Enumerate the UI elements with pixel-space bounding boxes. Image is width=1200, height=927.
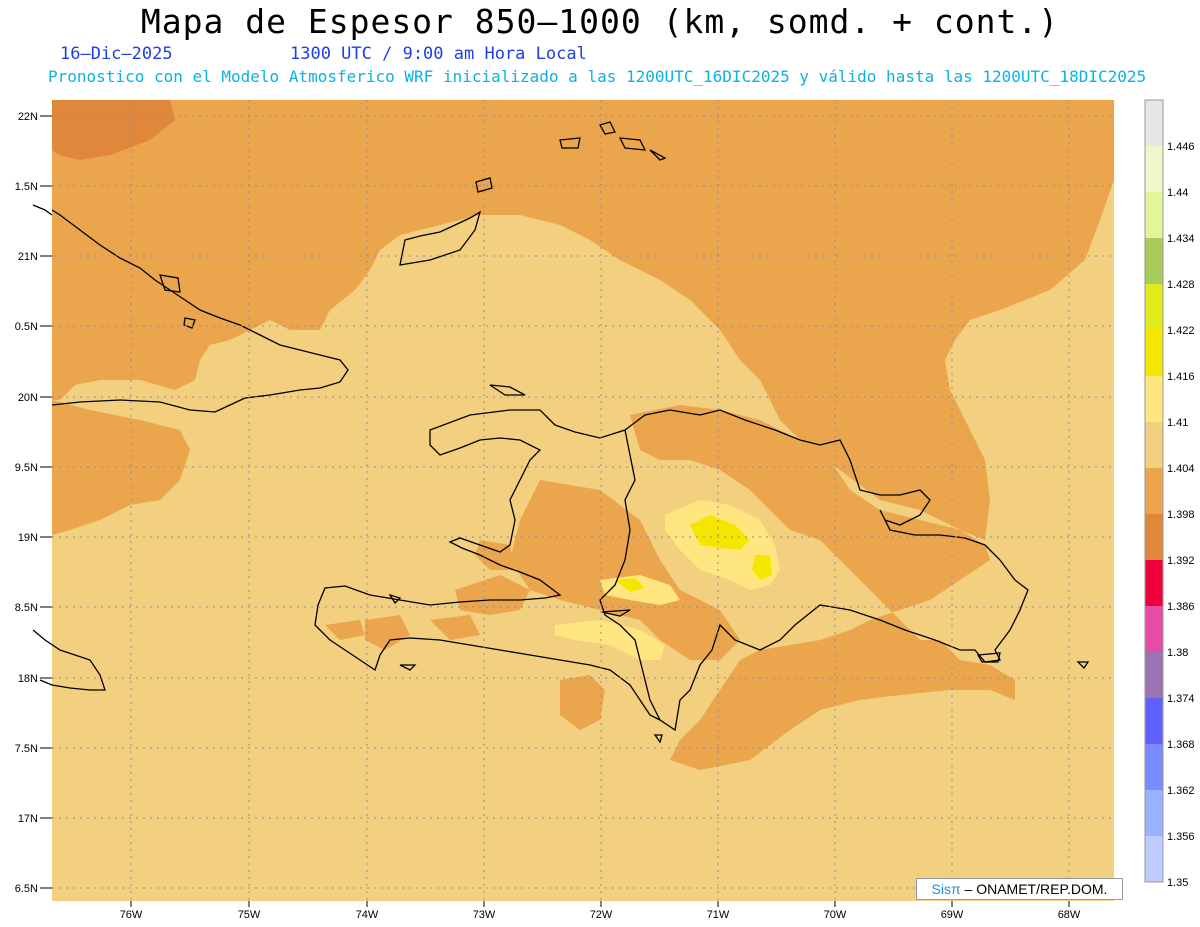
thickness-map: 22N 1.5N 21N 0.5N 20N 9.5N 19N 8.5N 18N … (15, 99, 1195, 921)
lat-label: 8.5N (15, 602, 38, 614)
colorbar-label: 1.392 (1167, 555, 1195, 567)
lon-label: 72W (590, 909, 613, 921)
colorbar-label: 1.356 (1167, 831, 1195, 843)
colorbar-swatch (1145, 146, 1163, 192)
lon-label: 68W (1058, 909, 1081, 921)
lat-label: 21N (18, 251, 38, 263)
colorbar-label: 1.416 (1167, 371, 1195, 383)
lat-label: 6.5N (15, 883, 38, 895)
lat-label: 1.5N (15, 181, 38, 193)
colorbar-label: 1.446 (1167, 141, 1195, 153)
lon-label: 75W (238, 909, 261, 921)
lon-label: 74W (356, 909, 379, 921)
credit-box: Sisπ – ONAMET/REP.DOM. (916, 878, 1123, 900)
colorbar: 1.446 1.44 1.434 1.428 1.422 1.416 1.41 1.404 1.… (1144, 99, 1195, 889)
colorbar-swatch (1145, 652, 1163, 698)
colorbar-label: 1.44 (1167, 187, 1188, 199)
colorbar-swatch (1145, 468, 1163, 514)
lon-label: 69W (941, 909, 964, 921)
colorbar-swatch (1145, 514, 1163, 560)
lat-labels: 22N 1.5N 21N 0.5N 20N 9.5N 19N 8.5N 18N … (15, 111, 38, 895)
colorbar-swatch (1145, 192, 1163, 238)
lat-label: 20N (18, 392, 38, 404)
colorbar-swatch (1145, 376, 1163, 422)
colorbar-swatch (1145, 560, 1163, 606)
lon-label: 70W (824, 909, 847, 921)
colorbar-label: 1.398 (1167, 509, 1195, 521)
colorbar-label: 1.35 (1167, 877, 1188, 889)
colorbar-label: 1.374 (1167, 693, 1195, 705)
colorbar-label: 1.428 (1167, 279, 1195, 291)
lon-label: 73W (473, 909, 496, 921)
lat-label: 22N (18, 111, 38, 123)
colorbar-label: 1.404 (1167, 463, 1195, 475)
colorbar-swatch (1145, 606, 1163, 652)
colorbar-label: 1.434 (1167, 233, 1195, 245)
credit-text: – ONAMET/REP.DOM. (960, 881, 1108, 897)
lat-label: 18N (18, 673, 38, 685)
lat-label: 0.5N (15, 321, 38, 333)
colorbar-swatch (1145, 330, 1163, 376)
colorbar-swatch (1145, 698, 1163, 744)
lat-label: 19N (18, 532, 38, 544)
colorbar-swatch (1145, 100, 1163, 146)
lat-label: 9.5N (15, 462, 38, 474)
colorbar-label: 1.41 (1167, 417, 1188, 429)
colorbar-swatch (1145, 422, 1163, 468)
lon-labels: 76W 75W 74W 73W 72W 71W 70W 69W 68W (120, 909, 1081, 921)
colorbar-swatch (1145, 836, 1163, 882)
colorbar-swatch (1145, 790, 1163, 836)
colorbar-label: 1.362 (1167, 785, 1195, 797)
colorbar-label: 1.422 (1167, 325, 1195, 337)
colorbar-swatch (1145, 238, 1163, 284)
lon-label: 76W (120, 909, 143, 921)
lat-label: 7.5N (15, 743, 38, 755)
colorbar-label: 1.38 (1167, 647, 1188, 659)
colorbar-label: 1.386 (1167, 601, 1195, 613)
sispi-logo: Sisπ (931, 881, 961, 897)
colorbar-swatch (1145, 284, 1163, 330)
lon-label: 71W (707, 909, 730, 921)
colorbar-swatch (1145, 744, 1163, 790)
colorbar-label: 1.368 (1167, 739, 1195, 751)
lat-label: 17N (18, 813, 38, 825)
